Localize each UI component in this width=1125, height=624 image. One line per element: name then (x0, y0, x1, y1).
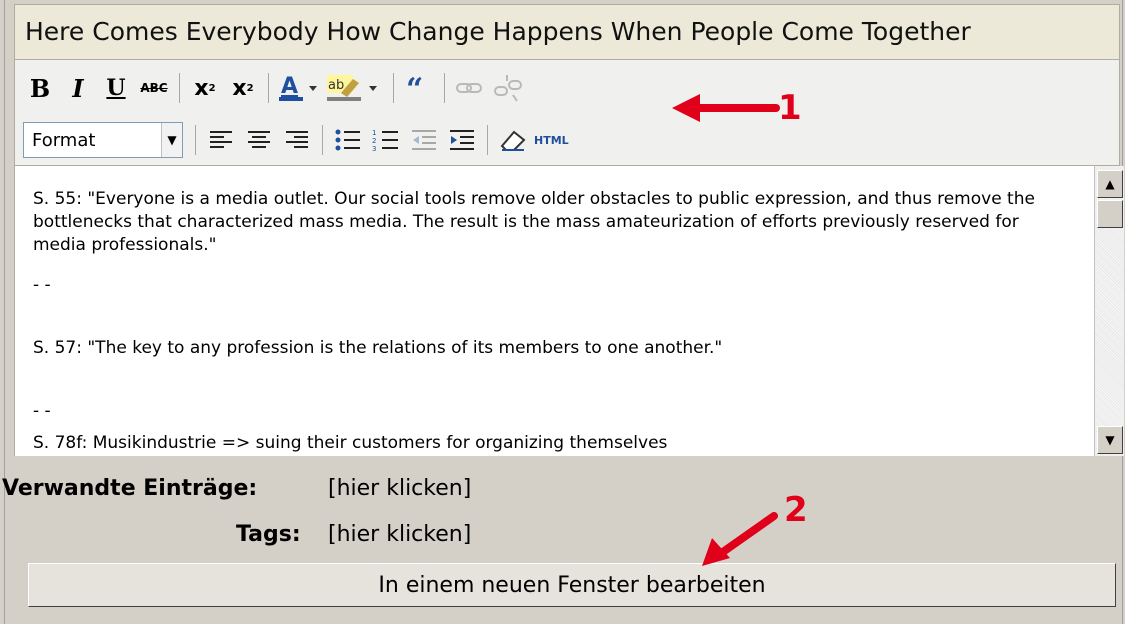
svg-text:2: 2 (372, 137, 376, 145)
align-left-button[interactable] (204, 123, 238, 157)
scroll-thumb[interactable] (1097, 200, 1123, 228)
content-scrollbar[interactable]: ▲ ▼ (1094, 166, 1124, 456)
toolbar-separator (268, 73, 269, 103)
format-select[interactable]: Format ▼ (23, 122, 183, 158)
toolbar-row-2: Format ▼ 1 2 3 HTML (23, 120, 573, 160)
highlight-color-icon: ab (327, 75, 377, 101)
tags-label: Tags: (236, 522, 301, 547)
subscript-label: x (194, 75, 209, 101)
content-paragraph: - - (33, 275, 51, 295)
svg-text:1: 1 (372, 129, 376, 137)
content-paragraph: - - (33, 401, 51, 421)
toolbar-separator (444, 73, 445, 103)
bullet-list-icon (335, 129, 360, 151)
highlight-color-button[interactable]: ab (325, 71, 385, 105)
annotation-number: 1 (778, 88, 802, 128)
entry-title: Here Comes Everybody How Change Happens … (25, 17, 971, 46)
align-right-icon (286, 131, 308, 148)
indent-button[interactable] (445, 123, 479, 157)
align-right-button[interactable] (280, 123, 314, 157)
related-entries-label: Verwandte Einträge: (2, 476, 258, 501)
outdent-button[interactable] (407, 123, 441, 157)
align-left-icon (210, 131, 232, 148)
unlink-button[interactable] (491, 71, 525, 105)
toolbar-row-1: B I U ABC x2 x2 A ab “ (23, 68, 529, 108)
underline-button[interactable]: U (99, 71, 133, 105)
annotation-arrow-icon (702, 512, 778, 566)
superscript-button[interactable]: x2 (226, 71, 260, 105)
svg-text:“: “ (406, 73, 423, 103)
numbered-list-icon: 1 2 3 (372, 129, 398, 152)
svg-text:3: 3 (372, 145, 376, 152)
unlink-icon (494, 75, 522, 102)
eraser-icon (500, 130, 526, 151)
annotation-number: 2 (784, 490, 808, 530)
svg-text:A: A (281, 74, 298, 99)
tags-link[interactable]: [hier klicken] (328, 522, 471, 547)
text-color-button[interactable]: A (277, 71, 321, 105)
italic-button[interactable]: I (61, 71, 95, 105)
align-center-icon (248, 131, 270, 148)
format-select-value: Format (32, 129, 96, 151)
superscript-label: x (232, 75, 247, 101)
link-icon (456, 83, 482, 93)
html-source-button[interactable]: HTML (534, 123, 569, 157)
strikethrough-button[interactable]: ABC (137, 71, 171, 105)
content-paragraph: S. 78f: Musikindustrie => suing their cu… (33, 433, 668, 453)
scroll-down-icon[interactable]: ▼ (1097, 426, 1123, 454)
toolbar-separator (393, 73, 394, 103)
link-button[interactable] (453, 71, 487, 105)
editor-content[interactable]: S. 55: "Everyone is a media outlet. Our … (14, 166, 1094, 456)
numbered-list-button[interactable]: 1 2 3 (369, 123, 403, 157)
content-paragraph: S. 57: "The key to any profession is the… (33, 338, 723, 358)
toolbar-separator (322, 125, 323, 155)
title-bar: Here Comes Everybody How Change Happens … (14, 4, 1120, 60)
blockquote-button[interactable]: “ (402, 71, 436, 105)
indent-icon (450, 130, 474, 150)
quote-icon: “ (406, 73, 423, 103)
svg-text:ab: ab (328, 78, 344, 93)
align-center-button[interactable] (242, 123, 276, 157)
outdent-icon (412, 130, 436, 150)
scroll-up-icon[interactable]: ▲ (1097, 170, 1123, 198)
toolbar-separator (179, 73, 180, 103)
remove-format-button[interactable] (496, 123, 530, 157)
related-entries-link[interactable]: [hier klicken] (328, 476, 471, 501)
chevron-down-icon[interactable]: ▼ (161, 123, 182, 157)
toolbar-separator (195, 125, 196, 155)
subscript-icon: 2 (208, 82, 216, 94)
edit-in-new-window-button[interactable]: In einem neuen Fenster bearbeiten (28, 563, 1116, 607)
editor-toolbar: B I U ABC x2 x2 A ab “ Format ▼ 1 2 3 HT… (14, 60, 1120, 166)
toolbar-separator (487, 125, 488, 155)
text-color-icon: A (279, 74, 317, 101)
annotation-arrow-icon (672, 94, 780, 122)
bullet-list-button[interactable] (331, 123, 365, 157)
superscript-icon: 2 (246, 82, 254, 94)
content-paragraph: S. 55: "Everyone is a media outlet. Our … (33, 189, 1035, 255)
bold-button[interactable]: B (23, 71, 57, 105)
subscript-button[interactable]: x2 (188, 71, 222, 105)
